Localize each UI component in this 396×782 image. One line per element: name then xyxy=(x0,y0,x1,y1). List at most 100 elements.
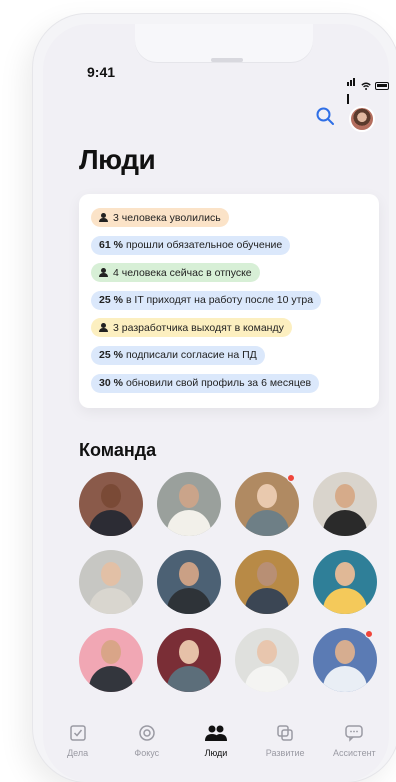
insight-percent: 30 % xyxy=(99,377,123,390)
avatar-head xyxy=(101,640,121,664)
team-member[interactable] xyxy=(79,472,143,536)
insight-row: 30 % обновили свой профиль за 6 месяцев xyxy=(91,373,367,401)
avatar-head xyxy=(179,562,199,586)
member-avatar xyxy=(313,472,377,536)
app-screen: 9:41 Люди 3 человека уволились 61 % прошли… xyxy=(43,24,389,782)
insight-chip[interactable]: 30 % обновили свой профиль за 6 месяцев xyxy=(91,373,320,393)
team-member[interactable] xyxy=(313,628,377,692)
insight-row: 25 % в IT приходят на работу после 10 утр… xyxy=(91,290,367,318)
insight-chip[interactable]: 3 человека уволились xyxy=(91,208,229,227)
growth-icon xyxy=(276,724,294,748)
member-avatar xyxy=(313,550,377,614)
avatar-body xyxy=(167,588,211,614)
insight-chip[interactable]: 25 % в IT приходят на работу после 10 утр… xyxy=(91,290,322,310)
avatar-body xyxy=(245,666,289,692)
user-avatar[interactable] xyxy=(349,106,375,132)
tab-people[interactable]: Люди xyxy=(183,724,249,782)
tab-label: Люди xyxy=(204,748,228,758)
insight-chip[interactable]: 25 % подписали согласие на ПД xyxy=(91,345,265,365)
team-member[interactable] xyxy=(313,550,377,614)
tab-label: Ассистент xyxy=(333,748,376,758)
avatar-body xyxy=(167,666,211,692)
insight-row: 3 человека уволились xyxy=(91,208,367,235)
wifi-icon xyxy=(361,82,371,90)
avatar-body xyxy=(245,588,289,614)
person-icon xyxy=(99,323,108,333)
insight-chip[interactable]: 61 % прошли обязательное обучение xyxy=(91,235,291,255)
team-member[interactable] xyxy=(79,550,143,614)
status-icons xyxy=(347,68,389,104)
insight-percent: 25 % xyxy=(99,349,123,362)
notch xyxy=(135,24,313,62)
team-grid xyxy=(79,472,381,692)
member-avatar xyxy=(79,628,143,692)
team-member[interactable] xyxy=(235,472,299,536)
avatar-body xyxy=(89,666,133,692)
avatar-body xyxy=(245,510,289,536)
page-title: Люди xyxy=(79,144,156,175)
member-avatar xyxy=(79,550,143,614)
avatar-head xyxy=(101,484,121,508)
person-icon xyxy=(99,268,108,278)
tab-label: Дела xyxy=(67,748,89,758)
team-member[interactable] xyxy=(313,472,377,536)
phone-frame: 9:41 Люди 3 человека уволились 61 % прошли… xyxy=(33,14,396,782)
tab-focus[interactable]: Фокус xyxy=(114,724,180,782)
chat-icon xyxy=(344,724,364,748)
tab-chat[interactable]: Ассистент xyxy=(321,724,387,782)
member-avatar xyxy=(157,472,221,536)
avatar-body xyxy=(323,588,367,614)
insight-row: 3 разработчика выходят в команду xyxy=(91,318,367,345)
avatar-body xyxy=(323,666,367,692)
tab-label: Развитие xyxy=(265,748,305,758)
insight-text: 4 человека сейчас в отпуске xyxy=(113,266,252,279)
insight-text: 3 человека уволились xyxy=(113,211,221,224)
avatar-head xyxy=(335,562,355,586)
avatar-head xyxy=(257,562,277,586)
insight-percent: 25 % xyxy=(99,294,123,307)
avatar-body xyxy=(89,510,133,536)
insights-card: 3 человека уволились 61 % прошли обязатель… xyxy=(79,194,379,408)
insight-row: 4 человека сейчас в отпуске xyxy=(91,263,367,290)
person-icon xyxy=(99,213,108,222)
notification-dot xyxy=(287,474,295,482)
insight-text: прошли обязательное обучение xyxy=(125,239,283,252)
team-member[interactable] xyxy=(157,628,221,692)
tab-label: Фокус xyxy=(134,748,160,758)
insight-text: в IT приходят на работу после 10 утра xyxy=(125,294,314,307)
insight-text: 3 разработчика выходят в команду xyxy=(113,321,284,334)
insight-chip[interactable]: 3 разработчика выходят в команду xyxy=(91,318,292,338)
team-member[interactable] xyxy=(157,550,221,614)
member-avatar xyxy=(79,472,143,536)
avatar-body xyxy=(89,588,133,614)
avatar-head xyxy=(179,640,199,664)
insight-text: обновили свой профиль за 6 месяцев xyxy=(125,377,312,390)
speaker xyxy=(211,58,243,62)
member-avatar xyxy=(235,628,299,692)
member-avatar xyxy=(157,628,221,692)
search-icon[interactable] xyxy=(315,106,335,126)
team-member[interactable] xyxy=(235,550,299,614)
avatar-body xyxy=(167,510,211,536)
focus-icon xyxy=(138,724,156,748)
member-avatar xyxy=(157,550,221,614)
avatar-head xyxy=(335,640,355,664)
tab-bar: Дела Фокус Люди Развитие Ассистент xyxy=(43,724,389,782)
notification-dot xyxy=(365,630,373,638)
avatar-head xyxy=(179,484,199,508)
team-member[interactable] xyxy=(235,628,299,692)
team-member[interactable] xyxy=(79,628,143,692)
insight-percent: 61 % xyxy=(99,239,123,252)
people-icon xyxy=(204,724,228,748)
team-member[interactable] xyxy=(157,472,221,536)
avatar-head xyxy=(257,640,277,664)
avatar-body xyxy=(323,510,367,536)
avatar-head xyxy=(335,484,355,508)
insight-text: подписали согласие на ПД xyxy=(125,349,257,362)
insight-row: 61 % прошли обязательное обучение xyxy=(91,235,367,263)
team-title: Команда xyxy=(79,440,157,460)
checkbox-icon xyxy=(69,724,87,748)
tab-checkbox[interactable]: Дела xyxy=(45,724,111,782)
tab-growth[interactable]: Развитие xyxy=(252,724,318,782)
insight-chip[interactable]: 4 человека сейчас в отпуске xyxy=(91,263,260,283)
